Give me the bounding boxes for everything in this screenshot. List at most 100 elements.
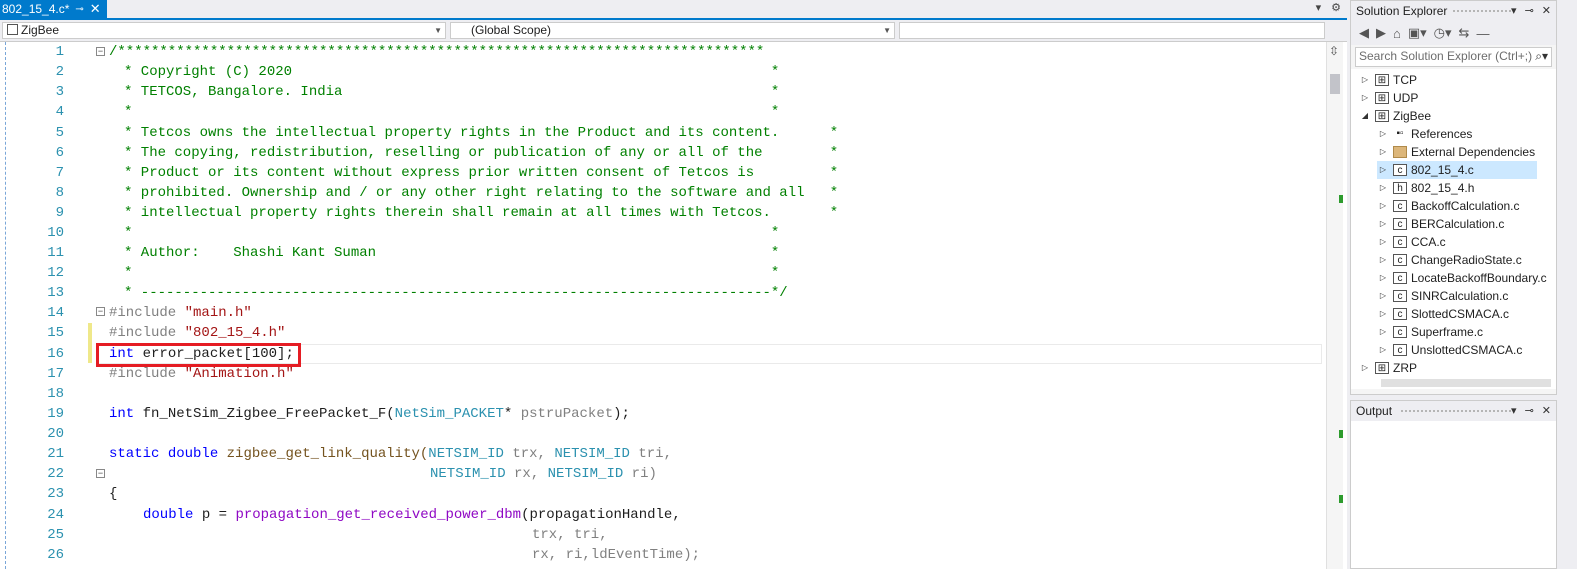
- tree-item-tcp[interactable]: ▷ ⊞ TCP: [1359, 71, 1417, 89]
- c-file-icon: c: [1393, 272, 1407, 284]
- project-icon: ⊞: [1375, 74, 1389, 86]
- tree-item-file[interactable]: ▷ c SlottedCSMACA.c: [1377, 305, 1509, 323]
- expand-icon[interactable]: ▷: [1377, 215, 1389, 233]
- project-dropdown-value: ZigBee: [21, 23, 60, 37]
- switch-views-icon[interactable]: ▣▾: [1408, 25, 1427, 41]
- tree-item-udp[interactable]: ▷ ⊞ UDP: [1359, 89, 1418, 107]
- code-line: 6 * The copying, redistribution, resellin…: [55, 145, 839, 161]
- vertical-scrollbar[interactable]: ⇳: [1326, 42, 1343, 569]
- project-icon: ⊞: [1375, 92, 1389, 104]
- close-icon[interactable]: ✕: [1542, 401, 1551, 421]
- search-input[interactable]: Search Solution Explorer (Ctrl+;) ⌕▾: [1355, 47, 1552, 67]
- navigation-bar: ZigBee ▼ (Global Scope) ▼: [0, 20, 1347, 42]
- search-icon[interactable]: ⌕▾: [1535, 48, 1548, 64]
- code-line: 13 * ------------------------------------…: [47, 285, 788, 301]
- back-icon[interactable]: ◀: [1359, 25, 1369, 41]
- chevron-down-icon: ▼: [434, 26, 442, 35]
- code-line: 2 * Copyright (C) 2020 *: [55, 64, 780, 80]
- tree-item-zigbee[interactable]: ◢ ⊞ ZigBee: [1359, 107, 1431, 125]
- c-file-icon: c: [1393, 308, 1407, 320]
- code-line: 22 NETSIM_ID rx, NETSIM_ID ri): [47, 466, 657, 482]
- expand-icon[interactable]: ▷: [1377, 323, 1389, 341]
- panel-title-bar: Solution Explorer ▾ ⊸ ✕: [1351, 1, 1556, 21]
- home-icon[interactable]: ⌂: [1393, 26, 1401, 41]
- pin-icon[interactable]: ⊸: [1525, 1, 1534, 21]
- expand-icon[interactable]: ▷: [1377, 269, 1389, 287]
- minus-icon[interactable]: —: [1476, 26, 1489, 41]
- tree-item-802-15-4-c[interactable]: ▷ c 802_15_4.c: [1377, 161, 1537, 179]
- expand-icon[interactable]: ▷: [1377, 341, 1389, 359]
- scope-dropdown[interactable]: (Global Scope) ▼: [450, 22, 895, 39]
- code-line: 4 * *: [55, 104, 780, 120]
- settings-icon[interactable]: ⚙: [1331, 1, 1341, 14]
- output-panel: Output ▾ ⊸ ✕: [1350, 400, 1557, 569]
- tree-item-802-15-4-h[interactable]: ▷ h 802_15_4.h: [1377, 179, 1474, 197]
- tree-item-file[interactable]: ▷ c CCA.c: [1377, 233, 1446, 251]
- dropdown-icon[interactable]: ▾: [1511, 401, 1517, 421]
- expand-icon[interactable]: ▷: [1377, 125, 1389, 143]
- forward-icon[interactable]: ▶: [1376, 25, 1386, 41]
- code-area[interactable]: − − − 1/********************************…: [0, 42, 1347, 569]
- code-line: 20: [47, 426, 64, 442]
- project-dropdown[interactable]: ZigBee ▼: [2, 22, 446, 39]
- expand-icon[interactable]: ▷: [1377, 161, 1389, 179]
- expand-icon[interactable]: ▷: [1377, 305, 1389, 323]
- panel-title: Solution Explorer: [1356, 4, 1448, 18]
- pin-icon[interactable]: ⊸: [1525, 401, 1534, 421]
- document-tab[interactable]: 802_15_4.c* ⊸ ✕: [0, 0, 107, 18]
- close-icon[interactable]: ✕: [90, 1, 101, 17]
- code-line: 19 int fn_NetSim_Zigbee_FreePacket_F(NetS…: [47, 406, 630, 422]
- code-line: 1/**************************************…: [55, 44, 765, 60]
- code-line: 5 * Tetcos owns the intellectual property…: [55, 125, 839, 141]
- folder-icon: [1393, 146, 1407, 158]
- expand-icon[interactable]: ▷: [1377, 179, 1389, 197]
- tree-item-file[interactable]: ▷ c ChangeRadioState.c: [1377, 251, 1522, 269]
- code-line: 21 static double zigbee_get_link_quality(…: [47, 446, 672, 462]
- expand-icon[interactable]: ▷: [1359, 71, 1371, 89]
- document-tab-title[interactable]: 802_15_4.c*: [2, 2, 69, 16]
- member-dropdown[interactable]: [899, 22, 1325, 39]
- expand-icon[interactable]: ▷: [1359, 359, 1371, 377]
- history-icon[interactable]: ◷▾: [1434, 25, 1452, 41]
- tree-item-zrp[interactable]: ▷ ⊞ ZRP: [1359, 359, 1417, 377]
- expand-icon[interactable]: ▷: [1377, 287, 1389, 305]
- output-content[interactable]: [1351, 421, 1556, 568]
- tree-item-file[interactable]: ▷ c SINRCalculation.c: [1377, 287, 1508, 305]
- expand-icon[interactable]: ▷: [1377, 233, 1389, 251]
- code-line: 7 * Product or its content without expres…: [55, 165, 839, 181]
- tree-item-file[interactable]: ▷ c LocateBackoffBoundary.c: [1377, 269, 1547, 287]
- collapse-icon[interactable]: ◢: [1359, 107, 1371, 125]
- c-file-icon: c: [1393, 254, 1407, 266]
- chevron-down-icon: ▼: [883, 26, 891, 35]
- code-line: 11 * Author: Shashi Kant Suman *: [47, 245, 780, 261]
- search-placeholder: Search Solution Explorer (Ctrl+;): [1359, 49, 1533, 63]
- pin-icon[interactable]: ⊸: [75, 4, 83, 15]
- solution-explorer-toolbar: ◀ ▶ ⌂ ▣▾ ◷▾ ⇆ —: [1351, 21, 1556, 45]
- horizontal-scrollbar[interactable]: [1381, 379, 1551, 387]
- tree-item-file[interactable]: ▷ c UnslottedCSMACA.c: [1377, 341, 1522, 359]
- sync-icon[interactable]: ⇆: [1459, 25, 1470, 41]
- expand-icon[interactable]: ▷: [1377, 197, 1389, 215]
- expand-icon[interactable]: ▷: [1377, 143, 1389, 161]
- close-icon[interactable]: ✕: [1542, 1, 1551, 21]
- code-line: 8 * prohibited. Ownership and / or any ot…: [55, 185, 839, 201]
- tree-item-references[interactable]: ▷ ▪▫ References: [1377, 125, 1472, 143]
- document-tab-strip: 802_15_4.c* ⊸ ✕ ▾ ⚙: [0, 0, 1347, 20]
- code-line: 14 #include "main.h": [47, 305, 252, 321]
- c-file-icon: c: [1393, 200, 1407, 212]
- tree-item-file[interactable]: ▷ c BERCalculation.c: [1377, 215, 1504, 233]
- tree-item-file[interactable]: ▷ c BackoffCalculation.c: [1377, 197, 1520, 215]
- split-icon[interactable]: ⇳: [1329, 44, 1339, 58]
- code-line: 12 * *: [47, 265, 780, 281]
- dropdown-icon[interactable]: ▾: [1511, 1, 1517, 21]
- expand-icon[interactable]: ▷: [1359, 89, 1371, 107]
- code-line: 10 * *: [47, 225, 780, 241]
- scrollbar-thumb[interactable]: [1330, 74, 1340, 94]
- tree-item-file[interactable]: ▷ c Superframe.c: [1377, 323, 1483, 341]
- tab-overflow-icon[interactable]: ▾: [1316, 1, 1322, 14]
- code-line: 23{: [47, 486, 118, 502]
- expand-icon[interactable]: ▷: [1377, 251, 1389, 269]
- highlight-box: [96, 343, 301, 367]
- tree-item-external-dependencies[interactable]: ▷ External Dependencies: [1377, 143, 1535, 161]
- c-file-icon: c: [1393, 164, 1407, 176]
